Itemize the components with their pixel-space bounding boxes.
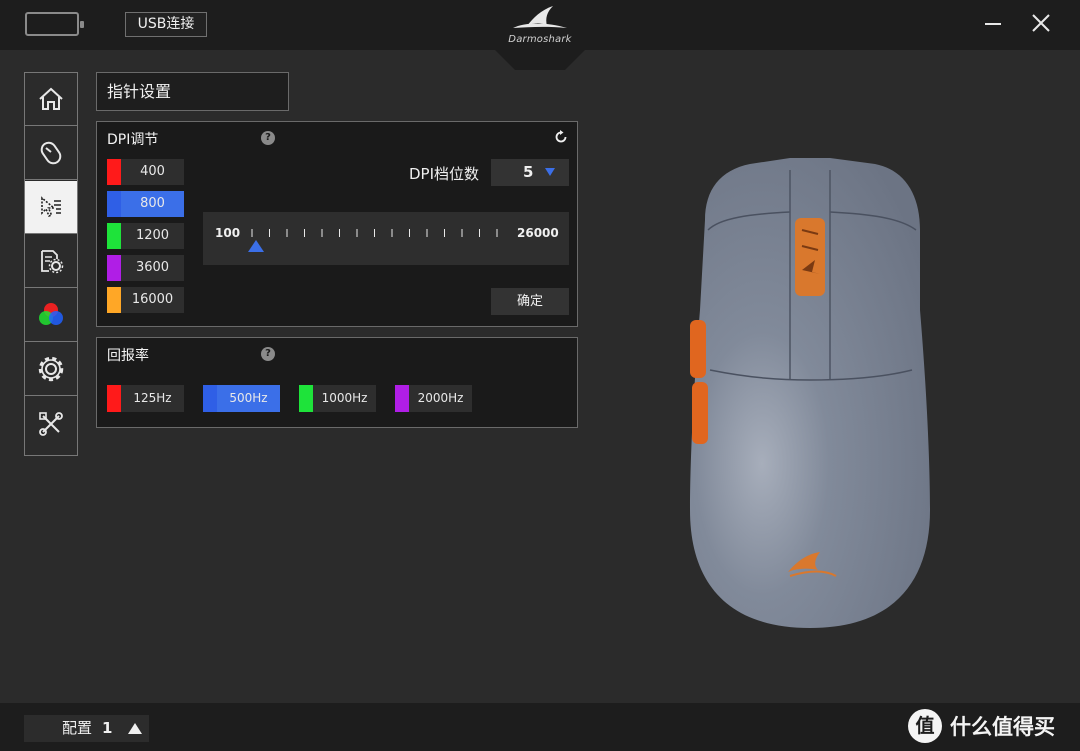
dpi-stage-2[interactable]: 800 <box>107 191 184 217</box>
dpi-stage-color <box>107 255 121 281</box>
chevron-up-icon <box>128 723 142 734</box>
confirm-button[interactable]: 确定 <box>491 288 569 315</box>
rate-color <box>395 385 409 412</box>
dpi-stage-value: 16000 <box>131 292 174 307</box>
rate-value: 2000Hz <box>417 391 464 405</box>
dpi-slider-min: 100 <box>215 226 241 240</box>
dpi-slider-ticks <box>251 229 498 237</box>
sidebar-item-settings[interactable] <box>25 343 77 396</box>
dpi-stage-value: 1200 <box>135 228 170 243</box>
brand-name: Darmoshark <box>508 34 572 45</box>
bottom-bar: 配置 1 值 什么值得买 <box>0 703 1080 751</box>
sidebar-item-pointer-settings[interactable] <box>25 181 77 234</box>
mouse-icon <box>40 141 62 165</box>
title-bar: USB连接 Darmoshark <box>0 0 1080 70</box>
tools-icon <box>39 411 63 436</box>
dpi-levels-label: DPI档位数 <box>409 165 480 183</box>
dpi-stage-color <box>107 159 121 185</box>
sidebar-nav <box>24 72 78 456</box>
watermark-logo: 值 <box>908 709 942 743</box>
sidebar-item-macro[interactable] <box>25 235 77 288</box>
dpi-levels-value: 5 <box>523 163 534 181</box>
polling-rate-125[interactable]: 125Hz <box>107 385 184 412</box>
close-icon[interactable] <box>1028 10 1054 36</box>
watermark-logo-char: 值 <box>915 715 935 737</box>
sidebar-item-mouse[interactable] <box>25 127 77 180</box>
rate-value: 125Hz <box>133 391 172 405</box>
watermark-text: 什么值得买 <box>950 715 1055 739</box>
polling-rate-1000[interactable]: 1000Hz <box>299 385 376 412</box>
polling-rate-500[interactable]: 500Hz <box>203 385 280 412</box>
dpi-stage-4[interactable]: 3600 <box>107 255 184 281</box>
dpi-stage-value: 800 <box>140 196 165 211</box>
minimize-button[interactable] <box>980 12 1006 36</box>
dpi-stage-5[interactable]: 16000 <box>107 287 184 313</box>
dpi-panel: DPI调节 ? 400 800 1200 3600 16000 DPI档位数 5… <box>96 121 578 327</box>
rate-value: 500Hz <box>229 391 268 405</box>
profile-number: 1 <box>102 719 113 737</box>
document-gear-icon <box>41 250 64 274</box>
polling-rate-panel: 回报率 ? 125Hz 500Hz 1000Hz 2000Hz <box>96 337 578 428</box>
rate-color <box>299 385 313 412</box>
sidebar-item-tools[interactable] <box>25 397 77 450</box>
sidebar-item-lighting[interactable] <box>25 289 77 342</box>
sidebar-item-home[interactable] <box>25 73 77 126</box>
dpi-stage-value: 400 <box>140 164 165 179</box>
gear-icon <box>38 356 64 382</box>
rate-value: 1000Hz <box>321 391 368 405</box>
chevron-down-icon <box>545 168 555 176</box>
dpi-levels-dropdown[interactable]: 5 <box>491 159 569 186</box>
dpi-stage-color <box>107 287 121 313</box>
connection-status: USB连接 <box>125 12 207 37</box>
dpi-slider[interactable]: 100 26000 <box>203 212 569 265</box>
rate-color <box>203 385 217 412</box>
dpi-stage-3[interactable]: 1200 <box>107 223 184 249</box>
dpi-panel-title: DPI调节 <box>107 132 159 148</box>
dpi-stage-1[interactable]: 400 <box>107 159 184 185</box>
rate-color <box>107 385 121 412</box>
dpi-slider-thumb[interactable] <box>248 240 264 252</box>
dpi-help-icon[interactable]: ? <box>261 131 275 145</box>
dpi-stage-color <box>107 191 121 217</box>
dpi-stage-value: 3600 <box>135 260 170 275</box>
reset-icon[interactable] <box>554 130 568 144</box>
rgb-icon <box>39 303 63 325</box>
dpi-stage-color <box>107 223 121 249</box>
battery-icon <box>25 12 84 36</box>
polling-rate-help-icon[interactable]: ? <box>261 347 275 361</box>
polling-rate-2000[interactable]: 2000Hz <box>395 385 472 412</box>
mouse-preview-image <box>690 158 930 628</box>
profile-label: 配置 <box>62 719 93 737</box>
page-title: 指针设置 <box>96 72 289 111</box>
profile-selector[interactable]: 配置 1 <box>24 715 149 742</box>
dpi-slider-max: 26000 <box>517 226 559 240</box>
cursor-icon <box>41 196 61 218</box>
polling-rate-title: 回报率 <box>107 348 149 364</box>
home-icon <box>39 87 63 110</box>
